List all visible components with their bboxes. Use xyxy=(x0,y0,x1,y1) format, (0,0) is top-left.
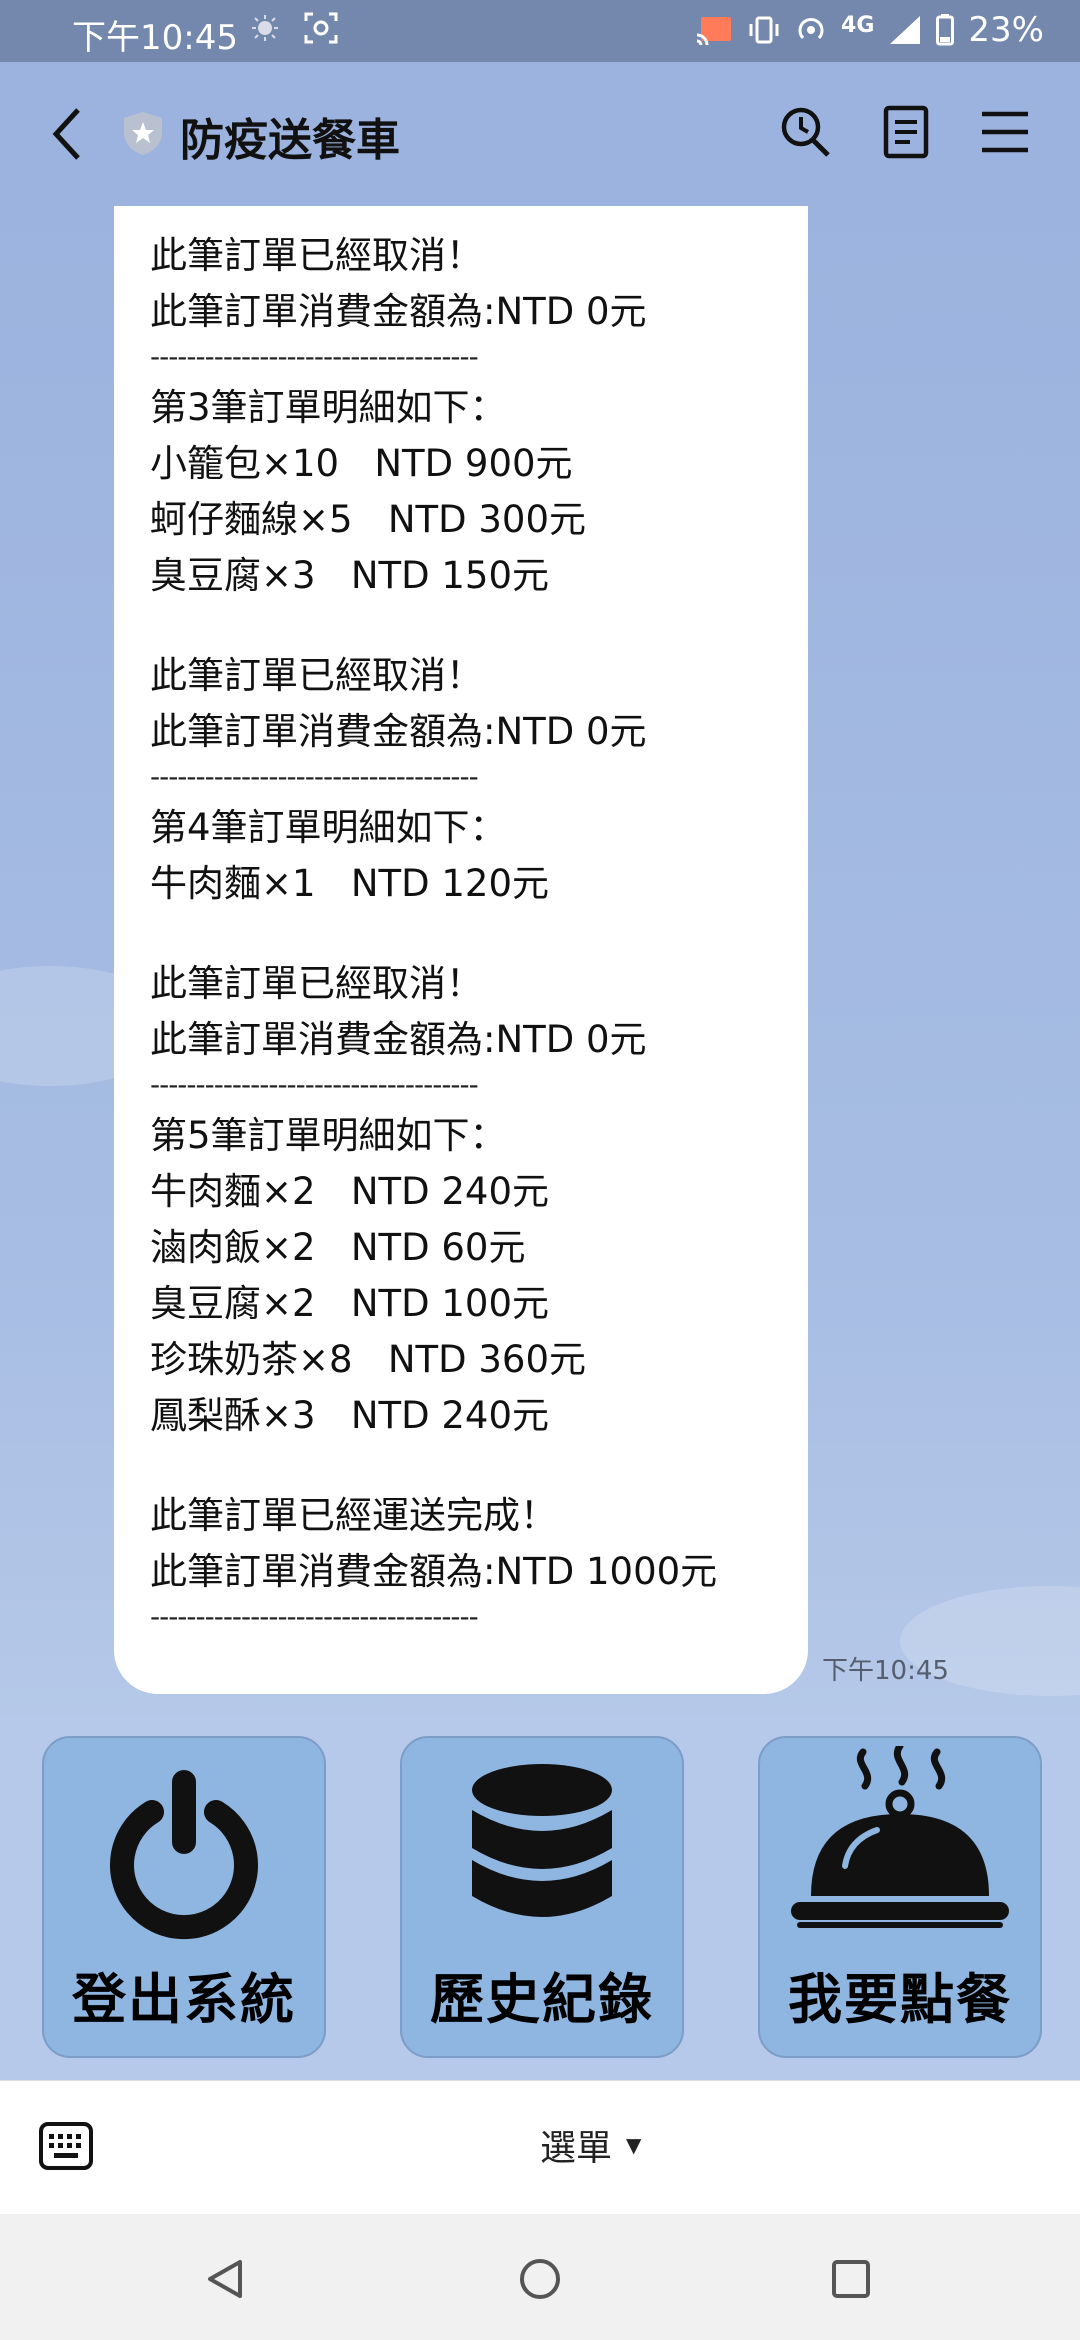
search-icon[interactable] xyxy=(776,102,836,162)
notes-icon[interactable] xyxy=(876,102,936,162)
status-icons-left xyxy=(250,12,338,44)
message-line: 此筆訂單消費金額為:NTD 0元 xyxy=(150,290,647,333)
message-separator: ------------------------------------ xyxy=(150,1600,479,1633)
food-cloche-icon xyxy=(791,1746,1009,1928)
order-button[interactable]: 我要點餐 xyxy=(758,1736,1042,2058)
message-line: 此筆訂單已經取消！ xyxy=(150,962,483,1005)
back-arrow-icon[interactable] xyxy=(48,104,88,164)
status-bar: 下午10:45 4G 23% xyxy=(0,0,1080,62)
message-line: 蚵仔麵線×5 NTD 300元 xyxy=(150,498,586,541)
rich-menu: 登出系統 歷史紀錄 我要點餐 xyxy=(0,1714,1080,2080)
message-line: 此筆訂單消費金額為:NTD 0元 xyxy=(150,1018,647,1061)
power-icon xyxy=(110,1770,258,1940)
menu-label: 歷史紀錄 xyxy=(430,1968,654,2031)
message-bubble[interactable]: 此筆訂單已經取消！ 此筆訂單消費金額為:NTD 0元 ---------------… xyxy=(114,206,808,1694)
message-line: 第5筆訂單明細如下： xyxy=(150,1114,507,1157)
message-line: 此筆訂單已經取消！ xyxy=(150,234,483,277)
nav-recents-icon[interactable] xyxy=(826,2254,876,2304)
message-separator: ------------------------------------ xyxy=(150,340,479,373)
message-line: 小籠包×10 NTD 900元 xyxy=(150,442,573,485)
chat-area[interactable]: 此筆訂單已經取消！ 此筆訂單消費金額為:NTD 0元 ---------------… xyxy=(0,206,1080,1714)
chat-header: 防疫送餐車 xyxy=(0,62,1080,206)
battery-icon xyxy=(936,14,955,46)
database-icon xyxy=(472,1764,612,1917)
system-nav-bar xyxy=(0,2214,1080,2340)
message-text: 此筆訂單已經取消！ 此筆訂單消費金額為:NTD 0元 ---------------… xyxy=(150,228,772,1640)
message-line: 牛肉麵×1 NTD 120元 xyxy=(150,862,549,905)
message-line: 此筆訂單已經取消！ xyxy=(150,654,483,697)
message-line: 此筆訂單消費金額為:NTD 0元 xyxy=(150,710,647,753)
message-line: 第4筆訂單明細如下： xyxy=(150,806,507,849)
history-button[interactable]: 歷史紀錄 xyxy=(400,1736,684,2058)
message-line: 滷肉飯×2 NTD 60元 xyxy=(150,1226,526,1269)
cast-icon xyxy=(697,17,732,45)
vibrate-icon xyxy=(749,16,779,44)
logout-button[interactable]: 登出系統 xyxy=(42,1736,326,2058)
message-separator: ------------------------------------ xyxy=(150,1068,479,1101)
menu-label: 登出系統 xyxy=(72,1968,296,2031)
message-line: 此筆訂單已經運送完成！ xyxy=(150,1494,557,1537)
screenshot-icon xyxy=(304,12,338,44)
nav-back-icon[interactable] xyxy=(202,2254,252,2304)
menu-toggle-label: 選單 xyxy=(540,2128,613,2169)
network-type: 4G xyxy=(841,12,875,38)
message-line: 鳳梨酥×3 NTD 240元 xyxy=(150,1394,549,1437)
keyboard-icon[interactable] xyxy=(38,2121,94,2171)
status-icons-right: 4G 23% xyxy=(697,10,1044,50)
chat-title: 防疫送餐車 xyxy=(180,115,400,166)
message-line: 牛肉麵×2 NTD 240元 xyxy=(150,1170,549,1213)
message-line: 此筆訂單消費金額為:NTD 1000元 xyxy=(150,1550,718,1593)
message-line: 臭豆腐×3 NTD 150元 xyxy=(150,554,549,597)
message-timestamp: 下午10:45 xyxy=(822,1656,949,1686)
input-bar: 選單 ▼ xyxy=(0,2080,1080,2214)
message-line: 第3筆訂單明細如下： xyxy=(150,386,507,429)
message-separator: ------------------------------------ xyxy=(150,760,479,793)
hotspot-icon xyxy=(798,18,824,40)
rich-menu-toggle[interactable]: 選單 ▼ xyxy=(540,2119,641,2171)
nav-home-icon[interactable] xyxy=(515,2254,565,2304)
verified-badge-icon xyxy=(124,112,162,155)
signal-icon xyxy=(890,16,921,44)
message-line: 臭豆腐×2 NTD 100元 xyxy=(150,1282,549,1325)
caret-down-icon: ▼ xyxy=(626,2133,642,2157)
status-time: 下午10:45 xyxy=(72,18,238,58)
hamburger-menu-icon[interactable] xyxy=(976,102,1036,162)
message-line: 珍珠奶茶×8 NTD 360元 xyxy=(150,1338,586,1381)
brightness-icon xyxy=(252,15,278,41)
battery-percent: 23% xyxy=(968,10,1044,50)
menu-label: 我要點餐 xyxy=(788,1968,1012,2031)
